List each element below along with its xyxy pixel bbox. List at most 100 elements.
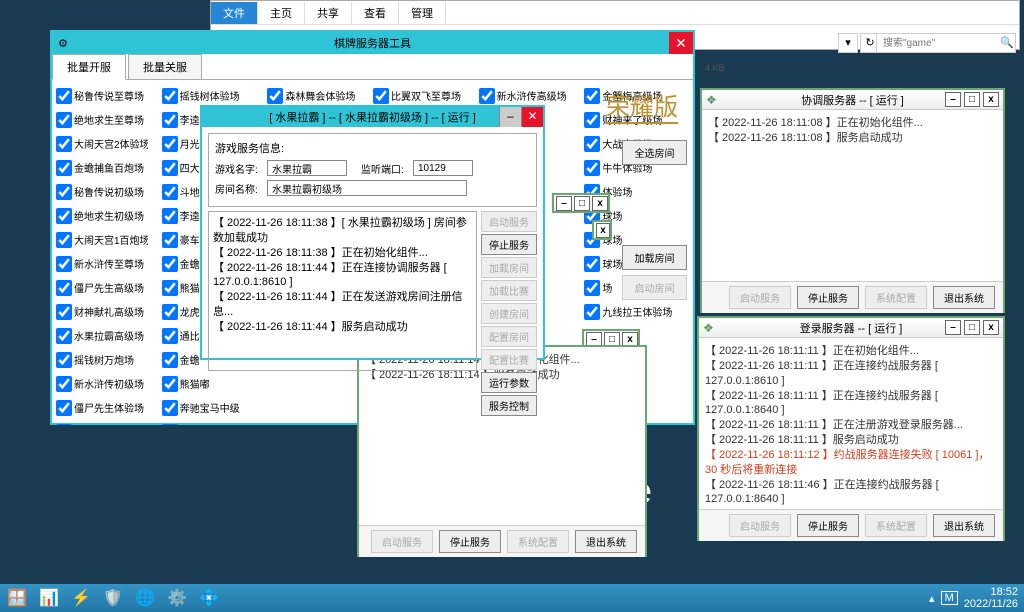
room-checkbox[interactable] [162, 304, 178, 320]
side-button[interactable]: 服务控制 [481, 395, 537, 416]
stop-service-button[interactable]: 停止服务 [797, 514, 859, 537]
close-button[interactable]: x [596, 223, 610, 238]
room-checkbox[interactable] [56, 256, 72, 272]
room-checkbox[interactable] [479, 88, 495, 104]
port-input[interactable] [413, 160, 473, 176]
room-checkbox[interactable] [162, 400, 178, 416]
room-item[interactable]: 九线拉王体验场 [584, 300, 689, 323]
room-item[interactable]: 僵尸先生体验场 [56, 396, 161, 419]
minimize-button[interactable]: – [499, 107, 521, 127]
coord-titlebar[interactable]: ❖ 协调服务器 -- [ 运行 ] – □ x [702, 90, 1003, 110]
room-checkbox[interactable] [162, 280, 178, 296]
stop-service-button[interactable]: 停止服务 [797, 286, 859, 309]
room-checkbox[interactable] [56, 280, 72, 296]
explorer-tab-share[interactable]: 共享 [305, 2, 352, 24]
room-item[interactable]: 新水浒传初级场 [56, 372, 161, 395]
settings-icon[interactable]: ⚙️ [166, 587, 188, 609]
room-checkbox[interactable] [162, 232, 178, 248]
room-checkbox[interactable] [162, 112, 178, 128]
close-button[interactable]: x [592, 196, 608, 211]
tab-batch-open[interactable]: 批量开服 [52, 54, 126, 80]
room-checkbox[interactable] [162, 424, 178, 426]
maximize-button[interactable]: □ [964, 320, 980, 335]
game-titlebar[interactable]: [ 水果拉霸 ] -- [ 水果拉霸初级场 ] -- [ 运行 ] – ✕ [202, 107, 543, 127]
room-checkbox[interactable] [56, 232, 72, 248]
nav-btn[interactable]: ▾ [838, 33, 858, 53]
room-item[interactable]: 僵尸先生高级场 [56, 276, 161, 299]
room-checkbox[interactable] [56, 160, 72, 176]
room-checkbox[interactable] [584, 256, 600, 272]
room-item[interactable]: 森林舞会体验场 [267, 84, 372, 107]
room-name-input[interactable] [267, 180, 467, 196]
minimize-button[interactable]: – [945, 92, 961, 107]
room-checkbox[interactable] [267, 88, 283, 104]
side-button[interactable]: 配置房间 [481, 326, 537, 347]
room-checkbox[interactable] [162, 208, 178, 224]
room-checkbox[interactable] [162, 352, 178, 368]
ime-indicator[interactable]: M [941, 591, 958, 605]
close-button[interactable]: x [983, 92, 999, 107]
room-item[interactable]: 财神献礼高级场 [56, 300, 161, 323]
mini-close-bar[interactable]: x [592, 220, 612, 240]
tool-titlebar[interactable]: ⚙ 棋牌服务器工具 ✕ [52, 32, 693, 54]
close-button[interactable]: ✕ [669, 32, 693, 54]
server-manager-icon[interactable]: 📊 [38, 587, 60, 609]
exit-system-button[interactable]: 退出系统 [575, 530, 637, 553]
search-icon[interactable]: 🔍 [1000, 36, 1014, 49]
close-button[interactable]: ✕ [521, 107, 543, 127]
room-checkbox[interactable] [56, 88, 72, 104]
search-input[interactable] [876, 33, 1016, 53]
minimize-button[interactable]: – [945, 320, 961, 335]
login-titlebar[interactable]: ❖ 登录服务器 -- [ 运行 ] – □ x [699, 318, 1003, 338]
room-item[interactable]: 绝地求生初级场 [56, 204, 161, 227]
close-button[interactable]: x [983, 320, 999, 335]
side-button[interactable]: 停止服务 [481, 234, 537, 255]
room-checkbox[interactable] [584, 280, 600, 296]
room-checkbox[interactable] [56, 400, 72, 416]
game-name-input[interactable] [267, 160, 347, 176]
maximize-button[interactable]: □ [964, 92, 980, 107]
room-checkbox[interactable] [584, 136, 600, 152]
room-item[interactable]: 比翼双飞至尊场 [373, 84, 478, 107]
stop-service-button[interactable]: 停止服务 [439, 530, 501, 553]
system-config-button[interactable]: 系统配置 [865, 514, 927, 537]
room-item[interactable]: 大闹天宫2体验场 [56, 132, 161, 155]
room-checkbox[interactable] [584, 160, 600, 176]
tab-batch-close[interactable]: 批量关服 [128, 54, 202, 79]
side-button[interactable]: 加载房间 [481, 257, 537, 278]
room-checkbox[interactable] [56, 328, 72, 344]
select-all-button[interactable]: 全选房间 [622, 140, 687, 165]
side-button[interactable]: 创建房间 [481, 303, 537, 324]
room-checkbox[interactable] [56, 304, 72, 320]
start-icon[interactable]: 🪟 [6, 587, 28, 609]
maximize-button[interactable]: □ [574, 196, 590, 211]
room-item[interactable]: 财神献礼体验场 [56, 420, 161, 425]
room-checkbox[interactable] [56, 424, 72, 426]
room-checkbox[interactable] [584, 112, 600, 128]
room-checkbox[interactable] [584, 304, 600, 320]
system-config-button[interactable]: 系统配置 [507, 530, 569, 553]
start-service-button[interactable]: 启动服务 [729, 514, 791, 537]
explorer-tab-file[interactable]: 文件 [211, 2, 258, 24]
explorer-tab-home[interactable]: 主页 [258, 2, 305, 24]
room-item[interactable]: 水果拉霸高级场 [56, 324, 161, 347]
load-room-button[interactable]: 加载房间 [622, 245, 687, 270]
minimize-button[interactable]: – [556, 196, 572, 211]
room-checkbox[interactable] [162, 256, 178, 272]
tray-up-icon[interactable]: ▴ [929, 592, 935, 605]
room-checkbox[interactable] [56, 136, 72, 152]
explorer-tab-view[interactable]: 查看 [352, 2, 399, 24]
room-item[interactable]: 金蟾捕鱼百炮场 [56, 156, 161, 179]
powershell-icon[interactable]: ⚡ [70, 587, 92, 609]
room-item[interactable]: 新水浒传至尊场 [56, 252, 161, 275]
start-service-button[interactable]: 启动服务 [371, 530, 433, 553]
room-item[interactable]: 摇钱树体验场 [162, 84, 267, 107]
room-checkbox[interactable] [56, 112, 72, 128]
side-button[interactable]: 启动服务 [481, 211, 537, 232]
clock[interactable]: 18:52 2022/11/26 [964, 586, 1018, 610]
room-item[interactable]: 秘鲁传说初级场 [56, 180, 161, 203]
room-checkbox[interactable] [162, 328, 178, 344]
room-checkbox[interactable] [162, 136, 178, 152]
room-checkbox[interactable] [56, 352, 72, 368]
start-service-button[interactable]: 启动服务 [729, 286, 791, 309]
